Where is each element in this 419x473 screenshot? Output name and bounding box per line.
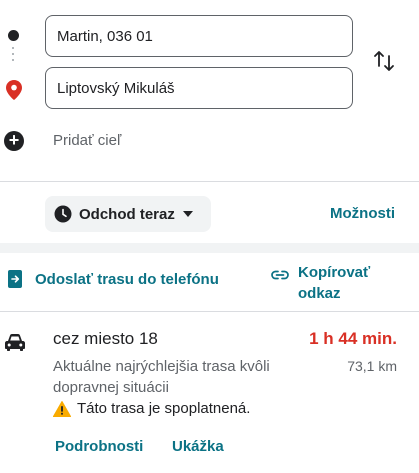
copy-link-label-line1: Kopírovať (298, 264, 371, 281)
warning-icon (53, 400, 71, 417)
origin-input[interactable] (45, 15, 353, 57)
send-to-phone-icon (8, 270, 22, 288)
add-destination-icon[interactable]: + (4, 131, 24, 151)
chevron-down-icon (182, 211, 193, 217)
copy-link-label-line2: odkaz (298, 285, 341, 302)
destination-pin-icon (6, 80, 22, 100)
depart-now-dropdown[interactable]: Odchod teraz (45, 196, 211, 232)
car-icon (5, 334, 25, 351)
divider (0, 181, 419, 182)
add-destination-label[interactable]: Pridať cieľ (53, 132, 121, 149)
preview-link[interactable]: Ukážka (172, 438, 224, 455)
copy-link-button[interactable]: Kopírovať odkaz (271, 262, 388, 304)
route-description: Aktuálne najrýchlejšia trasa kvôli dopra… (53, 358, 270, 396)
divider (0, 311, 419, 312)
send-to-phone-label: Odoslať trasu do telefónu (35, 270, 219, 288)
route-connector-dots (12, 47, 15, 65)
route-title[interactable]: cez miesto 18 (53, 329, 158, 349)
options-link[interactable]: Možnosti (330, 205, 395, 222)
swap-vertical-icon[interactable] (373, 49, 395, 73)
toll-warning: Táto trasa je spoplatnená. (53, 400, 250, 417)
clock-icon (54, 205, 72, 223)
link-icon (271, 270, 289, 280)
section-separator (0, 243, 419, 253)
details-link[interactable]: Podrobnosti (55, 438, 143, 455)
toll-warning-text: Táto trasa je spoplatnená. (77, 400, 251, 417)
route-duration: 1 h 44 min. (309, 329, 397, 348)
send-to-phone-button[interactable]: Odoslať trasu do telefónu (8, 270, 219, 288)
route-distance: 73,1 km (347, 358, 397, 374)
origin-dot-icon (8, 30, 19, 41)
depart-now-label: Odchod teraz (79, 205, 175, 223)
destination-input[interactable] (45, 67, 353, 109)
